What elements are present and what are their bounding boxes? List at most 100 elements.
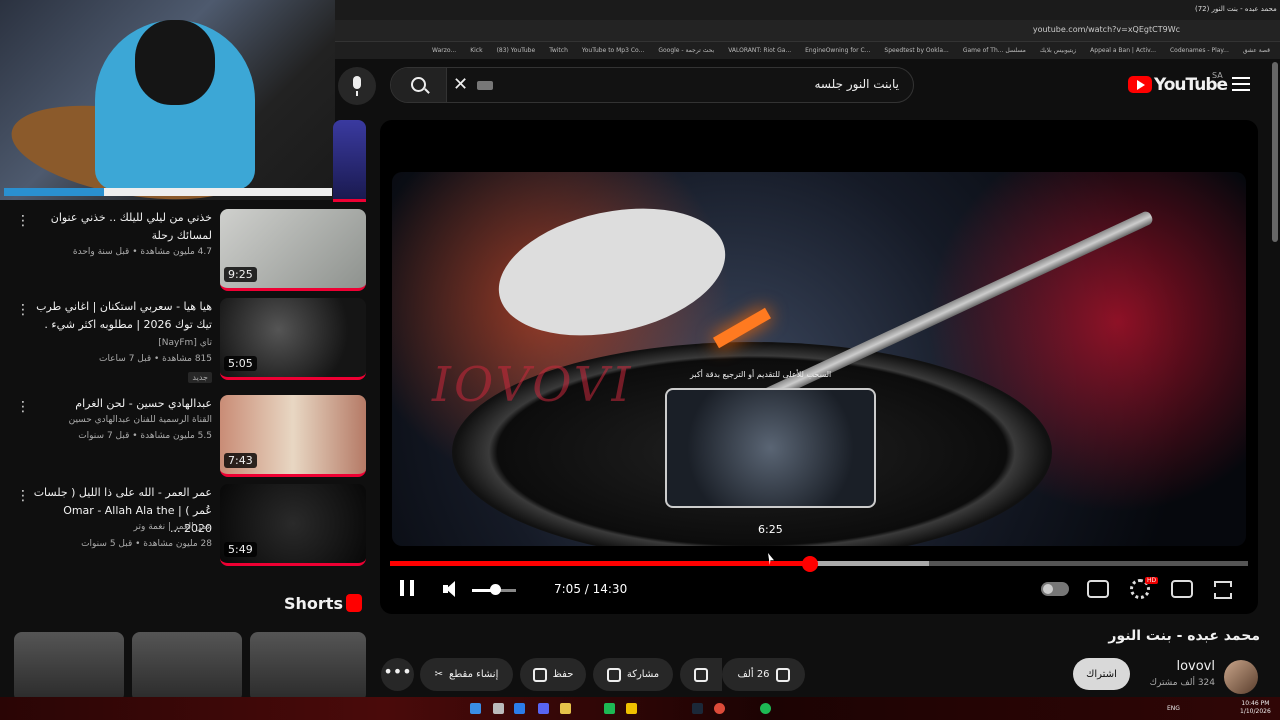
video-meta: 4.7 مليون مشاهدة • قبل سنة واحدة (72, 247, 212, 257)
channel-name[interactable]: عمر العمر | نغمة وتر (22, 522, 212, 532)
short-thumbnail[interactable] (14, 632, 124, 702)
voice-search-button[interactable] (338, 67, 376, 105)
like-count[interactable]: 26 ألف (737, 669, 769, 680)
avatar[interactable] (1224, 660, 1258, 694)
browser-tab-title[interactable]: (72) محمد عبده - بنت النور (1195, 5, 1277, 13)
short-thumbnail[interactable] (250, 632, 366, 702)
channel-name[interactable]: lovovl (1140, 659, 1215, 674)
bookmark-item[interactable]: زيتيوبيس بلايك (1040, 47, 1076, 54)
video-watermark: IOVOVI (432, 357, 634, 413)
video-thumbnail[interactable]: 9:25 (220, 209, 366, 291)
channel-name[interactable]: تاي [NayFm] (22, 338, 212, 348)
more-vert-icon[interactable]: ⋮ (16, 488, 30, 504)
search-taskbar-icon[interactable] (493, 703, 504, 714)
channel-name[interactable]: القناة الرسمية للفنان عبدالهادي حسين (22, 415, 212, 425)
video-thumbnail[interactable]: 5:05 (220, 298, 366, 380)
progress-bar[interactable] (390, 561, 1248, 566)
url-text[interactable]: youtube.com/watch?v=xQEgtCT9Wc (1033, 25, 1180, 34)
discord-icon[interactable] (538, 703, 549, 714)
page-scrollbar[interactable] (1272, 62, 1278, 242)
video-thumbnail[interactable]: 5:49 (220, 484, 366, 566)
bookmark-item[interactable]: Appeal a Ban | Activ... (1090, 47, 1156, 54)
video-title: محمد عبده - بنت النور (1108, 628, 1260, 644)
country-code: SA (1212, 71, 1223, 80)
share-label: مشاركة (626, 669, 660, 680)
search-icon[interactable] (391, 68, 447, 102)
video-player[interactable]: IOVOVI السحب للأعلى للتقديم أو الترجيع ب… (380, 120, 1258, 614)
subscribe-button[interactable]: اشتراك (1073, 658, 1130, 690)
bookmark-item[interactable]: Warzo... (432, 47, 456, 54)
related-video[interactable]: 9:25 خذني من ليلي لليلك .. خذني عنوان لم… (10, 209, 366, 295)
duration-badge: 7:43 (224, 453, 257, 468)
more-vert-icon[interactable]: ⋮ (16, 213, 30, 229)
theater-mode-icon[interactable] (1171, 580, 1193, 598)
search-box[interactable]: ✕ (390, 67, 914, 103)
duration-badge: 5:49 (224, 542, 257, 557)
shorts-icon (346, 594, 362, 612)
save-button[interactable]: حفظ (520, 658, 586, 691)
folder-icon[interactable] (560, 703, 571, 714)
share-icon (606, 667, 621, 682)
bookmark-item[interactable]: VALORANT: Riot Ga... (728, 47, 791, 54)
system-clock[interactable]: 10:46 PM 1/10/2026 (1240, 700, 1271, 716)
dislike-button[interactable] (680, 658, 722, 691)
more-actions-button[interactable]: ••• (381, 658, 414, 691)
autoplay-toggle[interactable] (1041, 582, 1069, 596)
related-video[interactable]: 7:43 عبدالهادي حسين - لحن الغرام القناة … (10, 395, 366, 481)
close-icon[interactable]: ✕ (453, 74, 468, 95)
subtitles-icon[interactable] (1087, 580, 1109, 598)
shorts-heading: Shorts (284, 594, 343, 613)
subscriber-count: 324 ألف مشترك (1149, 678, 1215, 688)
bookmarks-bar: قصة عشق Codenames - Play... Appeal a Ban |… (335, 42, 1280, 59)
video-title[interactable]: خذني من ليلي لليلك .. خذني عنوان لمسائك … (32, 209, 212, 245)
bookmark-item[interactable]: Twitch (549, 47, 568, 54)
short-thumbnail[interactable] (132, 632, 242, 702)
bookmark-item[interactable]: قصة عشق (1243, 47, 1270, 54)
bookmark-item[interactable]: YouTube to Mp3 Co... (582, 47, 644, 54)
volume-knob[interactable] (490, 584, 501, 595)
bookmark-item[interactable]: Speedtest by Ookla... (884, 47, 948, 54)
bookmark-item[interactable]: Kick (470, 47, 482, 54)
steam-icon[interactable] (692, 703, 703, 714)
address-bar[interactable]: youtube.com/watch?v=xQEgtCT9Wc (335, 20, 1280, 42)
scissors-icon: ✂ (434, 669, 444, 680)
video-title[interactable]: عبدالهادي حسين - لحن الغرام (32, 395, 212, 413)
related-video[interactable]: 5:05 هيا هيا - سعربي استكنان | اغاني طرب… (10, 298, 366, 384)
bookmark-item[interactable]: Codenames - Play... (1170, 47, 1229, 54)
volume-icon[interactable] (443, 580, 463, 598)
keyboard-icon[interactable] (477, 81, 493, 90)
new-badge: جديد (188, 372, 212, 383)
progress-scrubber[interactable] (801, 556, 818, 572)
fullscreen-icon[interactable] (1214, 581, 1232, 599)
bookmark-item[interactable]: (83) YouTube (497, 47, 536, 54)
search-input[interactable] (499, 77, 899, 91)
youtube-logo-icon[interactable] (1128, 76, 1152, 93)
bookmark-item[interactable]: EngineOwning for C... (805, 47, 870, 54)
pause-button[interactable] (400, 580, 414, 596)
edge-icon[interactable] (514, 703, 525, 714)
clip-button[interactable]: إنشاء مقطع ✂ (420, 658, 513, 691)
windows-start-icon[interactable] (470, 703, 481, 714)
spotify-icon[interactable] (760, 703, 771, 714)
hamburger-menu-icon[interactable] (1232, 77, 1250, 91)
video-meta: 815 مشاهدة • قبل 7 ساعات (98, 354, 212, 364)
seek-preview-thumbnail (665, 388, 876, 508)
hd-badge: HD (1145, 577, 1159, 584)
bookmark-item[interactable]: Google - بحث ترجمة (658, 47, 714, 54)
chrome-icon[interactable] (714, 703, 725, 714)
app-icon[interactable] (626, 703, 637, 714)
vinyl-record (487, 189, 737, 355)
xbox-icon[interactable] (604, 703, 615, 714)
more-vert-icon[interactable]: ⋮ (16, 302, 30, 318)
language-indicator[interactable]: ENG (1167, 705, 1180, 712)
share-button[interactable]: مشاركة (593, 658, 673, 691)
seek-hint: السحب للأعلى للتقديم أو الترجيع بدقة أكب… (690, 370, 832, 379)
more-vert-icon[interactable]: ⋮ (16, 399, 30, 415)
thumbs-up-icon[interactable] (775, 667, 790, 682)
related-thumb-partial[interactable] (333, 120, 366, 202)
video-thumbnail[interactable]: 7:43 (220, 395, 366, 477)
related-video[interactable]: 5:49 عمر العمر - الله على ذا الليل ( جلس… (10, 484, 366, 570)
video-title[interactable]: هيا هيا - سعربي استكنان | اغاني طرب تيك … (32, 298, 212, 334)
bookmark-item[interactable]: Game of Th... مسلسل (963, 47, 1026, 54)
duration-badge: 5:05 (224, 356, 257, 371)
